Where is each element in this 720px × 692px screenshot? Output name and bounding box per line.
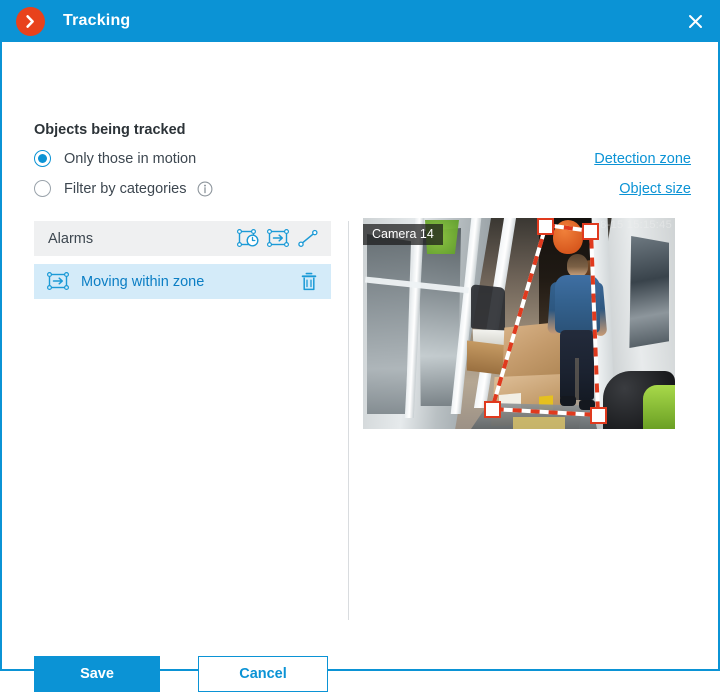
close-button[interactable] <box>672 0 718 42</box>
radio-indicator-motion[interactable] <box>34 150 51 167</box>
alarm-item-label: Moving within zone <box>81 273 205 290</box>
link-detection-zone[interactable]: Detection zone <box>594 151 691 167</box>
dialog-body: Objects being tracked Only those in moti… <box>2 42 718 692</box>
radio-only-those-in-motion[interactable]: Only those in motion <box>34 150 196 167</box>
close-icon <box>688 14 702 28</box>
window-title: Tracking <box>63 12 131 29</box>
camera-scene-image <box>363 218 675 429</box>
radio-label-motion: Only those in motion <box>64 150 197 167</box>
panel-divider <box>348 221 349 620</box>
add-zone-direction-button[interactable] <box>263 226 293 252</box>
cancel-button[interactable]: Cancel <box>198 656 328 692</box>
camera-timestamp: 08-15 15:15:45 <box>593 219 672 231</box>
link-object-size[interactable]: Object size <box>619 181 691 197</box>
radio-dot <box>38 154 47 163</box>
radio-filter-by-categories[interactable]: Filter by categories <box>34 180 213 197</box>
title-bar: Tracking <box>2 0 718 42</box>
zone-handle-top-left[interactable] <box>537 218 554 235</box>
trash-icon <box>301 272 317 290</box>
camera-name-label: Camera 14 <box>363 224 443 245</box>
zone-handle-bottom-right[interactable] <box>590 407 607 424</box>
radio-indicator-categories[interactable] <box>34 180 51 197</box>
add-zone-timer-button[interactable] <box>233 226 263 252</box>
tripwire-line-icon <box>298 229 318 247</box>
save-button[interactable]: Save <box>34 656 160 692</box>
camera-preview[interactable]: 08-15 15:15:45 Camera 14 <box>363 218 675 429</box>
tracking-dialog: Tracking Objects being tracked Only thos… <box>0 0 720 692</box>
app-logo-chevron-right-circle-icon <box>16 6 45 36</box>
delete-alarm-button[interactable] <box>296 269 322 295</box>
zone-direction-icon <box>266 229 289 248</box>
zone-direction-icon <box>46 270 70 294</box>
zone-timer-icon <box>237 229 259 248</box>
info-icon[interactable] <box>197 181 213 197</box>
zone-handle-bottom-left[interactable] <box>484 401 501 418</box>
alarm-list-item-moving-within-zone[interactable]: Moving within zone <box>34 264 331 299</box>
add-tripwire-line-button[interactable] <box>293 226 323 252</box>
radio-label-categories: Filter by categories <box>64 180 187 197</box>
page-title: Objects being tracked <box>34 122 186 138</box>
alarms-list-header: Alarms <box>34 221 331 256</box>
zone-handle-top-right[interactable] <box>582 223 599 240</box>
alarms-header-label: Alarms <box>48 230 94 247</box>
